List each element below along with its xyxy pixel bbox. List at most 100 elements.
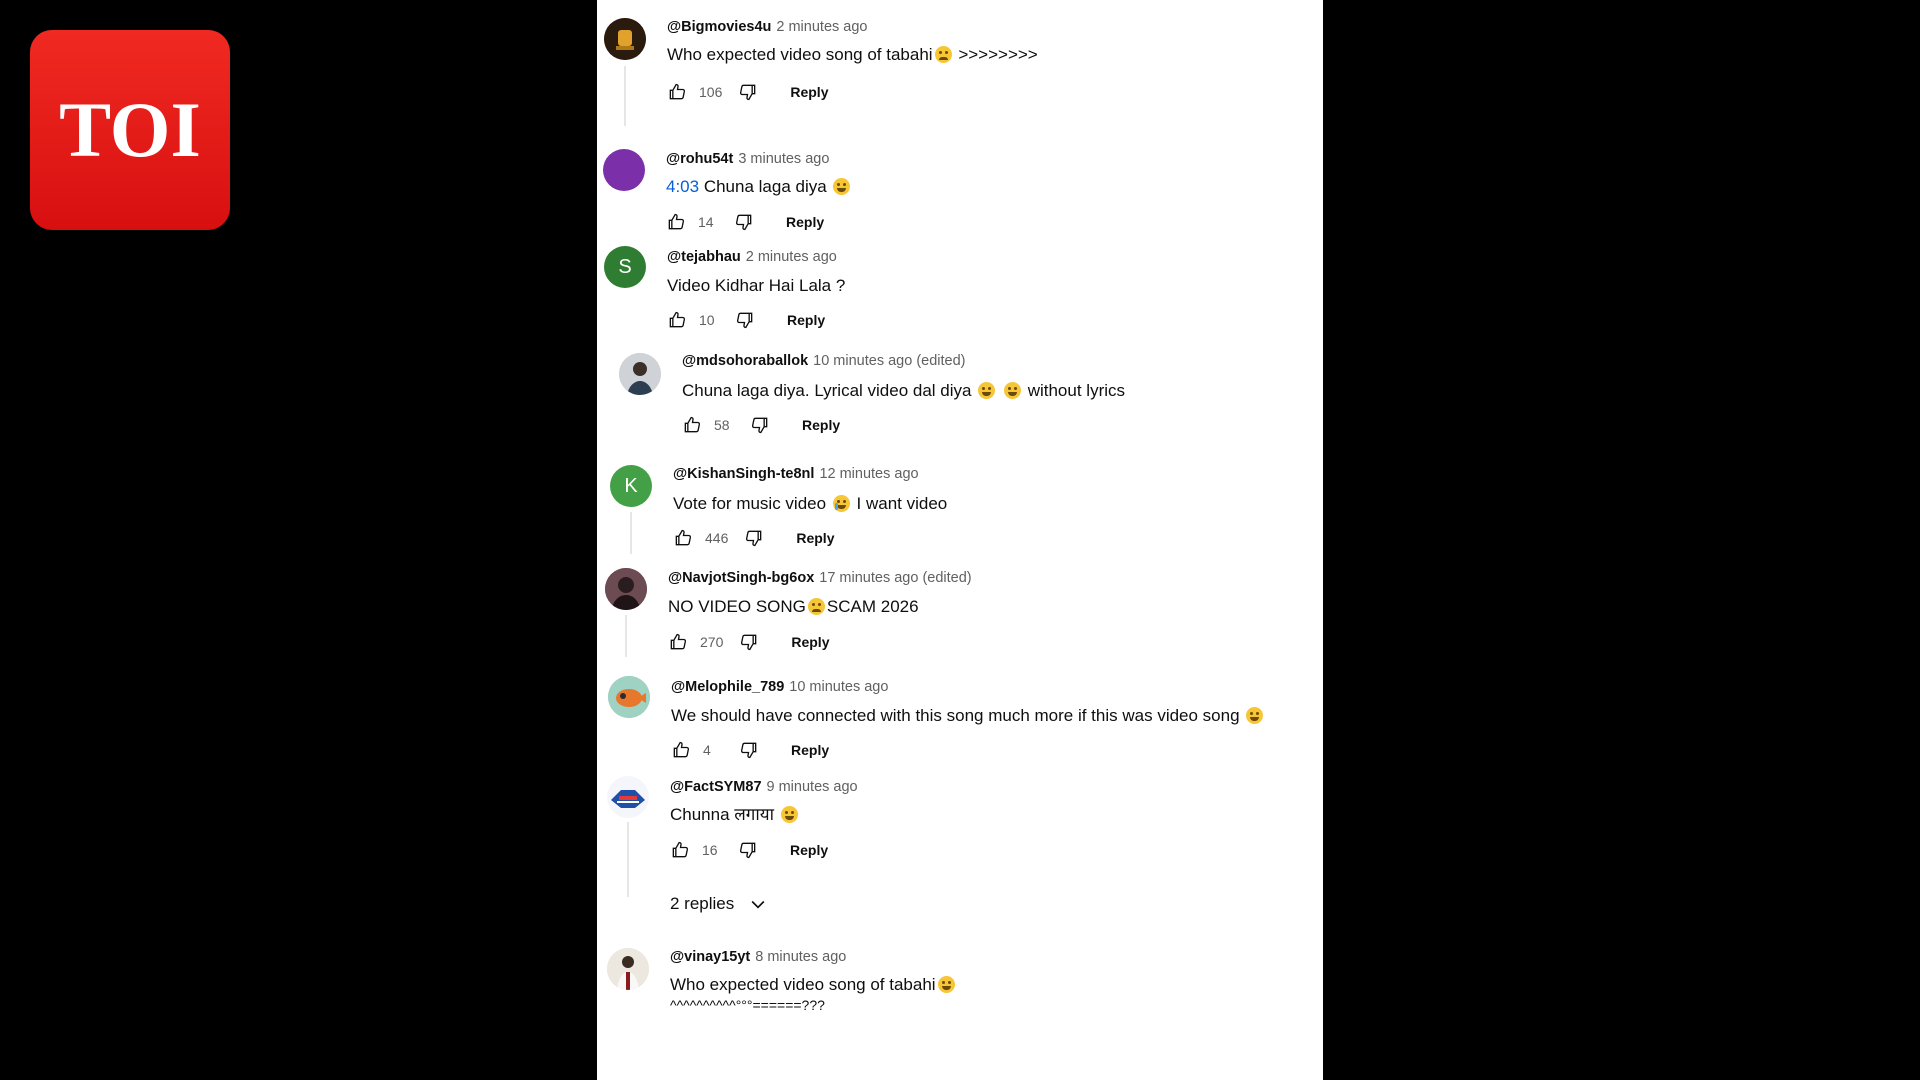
dislike-icon[interactable]	[732, 210, 756, 234]
avatar[interactable]	[603, 149, 645, 191]
comment-header: @mdsohoraballok 10 minutes ago (edited)	[682, 352, 965, 370]
sad-emoji-icon	[807, 598, 825, 615]
thread-line	[627, 822, 629, 897]
comments-panel: @Bigmovies4u 2 minutes ago Who expected v…	[597, 0, 1323, 1080]
svg-text:TOI: TOI	[59, 90, 201, 170]
comment-time[interactable]: 3 minutes ago	[738, 151, 829, 167]
dislike-icon[interactable]	[737, 630, 761, 654]
comment-header: @Bigmovies4u 2 minutes ago	[667, 18, 867, 36]
dislike-icon[interactable]	[742, 526, 766, 550]
like-icon[interactable]	[666, 630, 690, 654]
timestamp-link[interactable]: 4:03	[666, 177, 699, 196]
like-icon[interactable]	[665, 80, 689, 104]
like-count: 4	[703, 742, 711, 758]
dislike-icon[interactable]	[748, 413, 772, 437]
like-count: 16	[702, 842, 718, 858]
comment-actions: 446 Reply	[671, 526, 834, 550]
comment-author[interactable]: @FactSYM87	[670, 779, 762, 795]
like-count: 14	[698, 214, 714, 230]
comment-header: @tejabhau 2 minutes ago	[667, 248, 837, 266]
like-icon[interactable]	[680, 413, 704, 437]
grinning-emoji-icon	[833, 178, 851, 195]
reply-button[interactable]: Reply	[791, 634, 829, 650]
comment-header: @NavjotSingh-bg6ox 17 minutes ago (edited…	[668, 569, 972, 587]
comment-actions: 270 Reply	[666, 630, 829, 654]
reply-button[interactable]: Reply	[790, 84, 828, 100]
avatar[interactable]: K	[610, 465, 652, 507]
grinning-emoji-icon	[978, 382, 996, 399]
comment-text: Video Kidhar Hai Lala ?	[667, 276, 846, 295]
dislike-icon[interactable]	[737, 738, 761, 762]
toi-logo: TOI	[30, 30, 230, 230]
comment-text: 4:03 Chuna laga diya	[666, 176, 852, 198]
comment-actions: 16 Reply	[668, 838, 828, 862]
comment-time[interactable]: 2 minutes ago	[746, 249, 837, 265]
comment-author[interactable]: @NavjotSingh-bg6ox	[668, 570, 814, 586]
comment-time[interactable]: 8 minutes ago	[755, 949, 846, 965]
thread-line	[625, 615, 627, 657]
avatar[interactable]	[607, 948, 649, 990]
smiling-emoji-icon	[937, 976, 955, 993]
crying-emoji-icon	[832, 495, 850, 512]
comment-time[interactable]: 12 minutes ago	[819, 466, 918, 482]
dislike-icon[interactable]	[733, 308, 757, 332]
comment-time[interactable]: 9 minutes ago	[767, 779, 858, 795]
reply-button[interactable]: Reply	[796, 530, 834, 546]
avatar[interactable]	[604, 18, 646, 60]
comment-text: We should have connected with this song …	[671, 705, 1265, 727]
like-icon[interactable]	[665, 308, 689, 332]
comment-author[interactable]: @mdsohoraballok	[682, 353, 808, 369]
avatar[interactable]	[608, 676, 650, 718]
comment-actions: 10 Reply	[665, 308, 825, 332]
comment-author[interactable]: @rohu54t	[666, 151, 733, 167]
avatar[interactable]: S	[604, 246, 646, 288]
comment-author[interactable]: @tejabhau	[667, 249, 741, 265]
chevron-down-icon	[751, 900, 765, 909]
like-count: 270	[700, 634, 724, 650]
comment-actions: 106 Reply	[665, 80, 828, 104]
comment-header: @vinay15yt 8 minutes ago	[670, 948, 846, 966]
comment-time[interactable]: 10 minutes ago	[789, 679, 888, 695]
comment-text: NO VIDEO SONG SCAM 2026	[668, 597, 919, 616]
dislike-icon[interactable]	[736, 838, 760, 862]
reply-button[interactable]: Reply	[790, 842, 828, 858]
grinning-emoji-icon	[1003, 382, 1021, 399]
avatar[interactable]	[619, 353, 661, 395]
comment-text: Who expected video song of tabahi >>>>>>…	[667, 45, 1038, 64]
comment-author[interactable]: @vinay15yt	[670, 949, 750, 965]
comment-time[interactable]: 17 minutes ago (edited)	[819, 570, 971, 586]
thread-line	[624, 66, 626, 126]
comment-header: @KishanSingh-te8nl 12 minutes ago	[673, 465, 919, 483]
reply-button[interactable]: Reply	[791, 742, 829, 758]
comment-header: @rohu54t 3 minutes ago	[666, 150, 829, 168]
like-icon[interactable]	[669, 738, 693, 762]
reply-button[interactable]: Reply	[802, 417, 840, 433]
comment-header: @FactSYM87 9 minutes ago	[670, 778, 858, 796]
reply-button[interactable]: Reply	[786, 214, 824, 230]
view-replies-button[interactable]: 2 replies	[670, 894, 768, 914]
comment-text: Who expected video song of tabahi ^^^^^^…	[670, 974, 957, 1014]
like-count: 106	[699, 84, 723, 100]
comment-time[interactable]: 2 minutes ago	[776, 19, 867, 35]
thread-line	[630, 512, 632, 554]
dislike-icon[interactable]	[736, 80, 760, 104]
sad-emoji-icon	[934, 46, 952, 63]
like-icon[interactable]	[671, 526, 695, 550]
comment-time[interactable]: 10 minutes ago (edited)	[813, 353, 965, 369]
comment-author[interactable]: @Bigmovies4u	[667, 19, 771, 35]
avatar[interactable]	[605, 568, 647, 610]
comment-text: Chunna लगाया	[670, 804, 800, 826]
toi-logo-wordmark: TOI	[59, 90, 201, 170]
comment-text: Vote for music video I want video	[673, 494, 948, 513]
like-icon[interactable]	[664, 210, 688, 234]
comment-author[interactable]: @KishanSingh-te8nl	[673, 466, 814, 482]
comment-text: Chuna laga diya. Lyrical video dal diya …	[682, 381, 1126, 400]
comment-actions: 4 Reply	[669, 738, 829, 762]
comment-actions: 14 Reply	[664, 210, 824, 234]
avatar[interactable]	[607, 776, 649, 818]
reply-button[interactable]: Reply	[787, 312, 825, 328]
grinning-emoji-icon	[780, 806, 798, 823]
like-count: 10	[699, 312, 715, 328]
like-icon[interactable]	[668, 838, 692, 862]
comment-author[interactable]: @Melophile_789	[671, 679, 784, 695]
